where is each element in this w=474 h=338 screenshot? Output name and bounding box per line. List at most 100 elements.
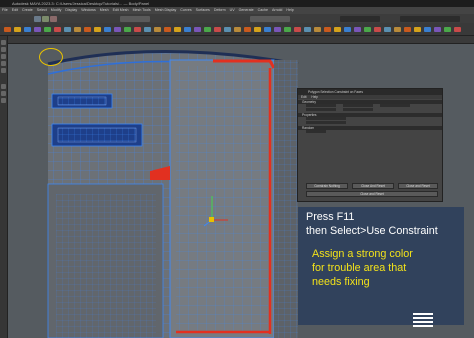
shelf-tool-icon[interactable] bbox=[134, 27, 141, 32]
menu-item[interactable]: Windows bbox=[81, 7, 96, 14]
shelf-tool-icon[interactable] bbox=[414, 27, 421, 32]
close-button[interactable]: Close and Reset bbox=[398, 183, 438, 189]
menu-item[interactable]: Edit Mesh bbox=[113, 7, 129, 14]
shelf-tool-icon[interactable] bbox=[4, 27, 11, 32]
shelf-tool-icon[interactable] bbox=[384, 27, 391, 32]
menu-item[interactable]: Display bbox=[65, 7, 77, 14]
menu-item[interactable]: Cache bbox=[258, 7, 268, 14]
tip-line-3: needs fixing bbox=[312, 276, 370, 288]
shelf-tool-icon[interactable] bbox=[274, 27, 281, 32]
symmetry-field[interactable] bbox=[340, 16, 380, 22]
geometry-options-2[interactable] bbox=[298, 108, 442, 112]
paint-select-icon[interactable] bbox=[50, 16, 57, 22]
menu-bar: File Edit Create Select Modify Display Windows… bbox=[0, 7, 474, 14]
menu-item[interactable]: Edit bbox=[12, 7, 18, 14]
menu-item[interactable]: File bbox=[2, 7, 8, 14]
shelf-tool-icon[interactable] bbox=[204, 27, 211, 32]
menu-item[interactable]: Deform bbox=[214, 7, 226, 14]
select-tool-icon[interactable] bbox=[1, 40, 6, 45]
render-tools-icon[interactable] bbox=[250, 16, 290, 22]
shelf-tool-icon[interactable] bbox=[444, 27, 451, 32]
shelf-tool-icon[interactable] bbox=[344, 27, 351, 32]
menu-item[interactable]: Surfaces bbox=[196, 7, 210, 14]
highlight-ring bbox=[39, 48, 63, 66]
shelf-tool-icon[interactable] bbox=[254, 27, 261, 32]
shelf-tool-icon[interactable] bbox=[44, 27, 51, 32]
shelf-tool-icon[interactable] bbox=[224, 27, 231, 32]
menu-item[interactable]: Mesh Display bbox=[155, 7, 177, 14]
selection-constraint-dialog[interactable]: Polygon Selection Constraint on Faces Ed… bbox=[297, 88, 443, 202]
shelf-tool-icon[interactable] bbox=[424, 27, 431, 32]
shelf-tool-icon[interactable] bbox=[54, 27, 61, 32]
shelf-tool-icon[interactable] bbox=[304, 27, 311, 32]
shelf-tool-icon[interactable] bbox=[154, 27, 161, 32]
menu-item[interactable]: Arnold bbox=[272, 7, 282, 14]
vent-lower bbox=[51, 123, 143, 147]
layout-outliner-icon[interactable] bbox=[1, 98, 6, 103]
shelf-tool-icon[interactable] bbox=[34, 27, 41, 32]
shelf-tool-icon[interactable] bbox=[94, 27, 101, 32]
instruction-line-1: Press F11 bbox=[306, 211, 355, 223]
menu-item[interactable]: Help bbox=[286, 7, 293, 14]
menu-item[interactable]: Generate bbox=[239, 7, 254, 14]
toolbox bbox=[0, 36, 8, 338]
shelf-tool-icon[interactable] bbox=[214, 27, 221, 32]
shelf-tool-icon[interactable] bbox=[404, 27, 411, 32]
shelf-tool-icon[interactable] bbox=[454, 27, 461, 32]
shelf-tool-icon[interactable] bbox=[24, 27, 31, 32]
move-tool-icon[interactable] bbox=[1, 54, 6, 59]
shelf-tool-icon[interactable] bbox=[334, 27, 341, 32]
shelf-tool-icon[interactable] bbox=[244, 27, 251, 32]
shelf-tool-icon[interactable] bbox=[264, 27, 271, 32]
menu-item[interactable]: Curves bbox=[180, 7, 191, 14]
shelf-tool-icon[interactable] bbox=[284, 27, 291, 32]
close-reset-wide-button[interactable]: Close and Reset bbox=[306, 191, 438, 197]
shelf-tool-icon[interactable] bbox=[174, 27, 181, 32]
menu-item[interactable]: UV bbox=[230, 7, 235, 14]
shelf-tool-icon[interactable] bbox=[14, 27, 21, 32]
menu-item[interactable]: Select bbox=[37, 7, 47, 14]
dialog-menu-help[interactable]: Help bbox=[311, 95, 318, 99]
shelf-tool-icon[interactable] bbox=[84, 27, 91, 32]
lasso-tool-icon[interactable] bbox=[1, 47, 6, 52]
shelf-tool-icon[interactable] bbox=[164, 27, 171, 32]
tip-line-2: for trouble area that bbox=[312, 262, 407, 274]
shelf-tool-icon[interactable] bbox=[74, 27, 81, 32]
shelf-tool-icon[interactable] bbox=[314, 27, 321, 32]
shelf-tool-icon[interactable] bbox=[434, 27, 441, 32]
layout-single-icon[interactable] bbox=[1, 84, 6, 89]
shelf-tool-icon[interactable] bbox=[104, 27, 111, 32]
select-mode-icon[interactable] bbox=[34, 16, 41, 22]
window-title: Autodesk MAYA 2023.3: C:/Users/Jessica/D… bbox=[12, 1, 150, 6]
shelf-tool-icon[interactable] bbox=[64, 27, 71, 32]
shelf-tool-icon[interactable] bbox=[144, 27, 151, 32]
shelf-tool-icon[interactable] bbox=[184, 27, 191, 32]
layout-four-icon[interactable] bbox=[1, 91, 6, 96]
shelf-tool-icon[interactable] bbox=[124, 27, 131, 32]
shelf-tool-icon[interactable] bbox=[294, 27, 301, 32]
menu-item[interactable]: Mesh Tools bbox=[133, 7, 151, 14]
shelf-tool-icon[interactable] bbox=[234, 27, 241, 32]
constrain-nothing-button[interactable]: Constrain Nothing bbox=[306, 183, 348, 189]
properties-options-2[interactable] bbox=[298, 121, 442, 125]
shelf-tool-icon[interactable] bbox=[194, 27, 201, 32]
shelf-tool-icon[interactable] bbox=[374, 27, 381, 32]
close-and-reset-button[interactable]: Close And Reset bbox=[352, 183, 394, 189]
shelf-tool-icon[interactable] bbox=[364, 27, 371, 32]
shelf-tool-icon[interactable] bbox=[324, 27, 331, 32]
instruction-line-2: then Select>Use Constraint bbox=[306, 225, 438, 237]
workspace-selector[interactable] bbox=[400, 16, 460, 22]
menu-item[interactable]: Create bbox=[22, 7, 33, 14]
shelf-tool-icon[interactable] bbox=[354, 27, 361, 32]
snap-tools-icon[interactable] bbox=[120, 16, 150, 22]
dialog-menu-edit[interactable]: Edit bbox=[301, 95, 307, 99]
dialog-menu: Edit Help bbox=[298, 95, 442, 99]
lasso-icon[interactable] bbox=[42, 16, 49, 22]
shelf-tool-icon[interactable] bbox=[394, 27, 401, 32]
scale-tool-icon[interactable] bbox=[1, 68, 6, 73]
random-options[interactable] bbox=[298, 130, 442, 134]
rotate-tool-icon[interactable] bbox=[1, 61, 6, 66]
menu-item[interactable]: Modify bbox=[51, 7, 62, 14]
menu-item[interactable]: Mesh bbox=[100, 7, 109, 14]
shelf-tool-icon[interactable] bbox=[114, 27, 121, 32]
